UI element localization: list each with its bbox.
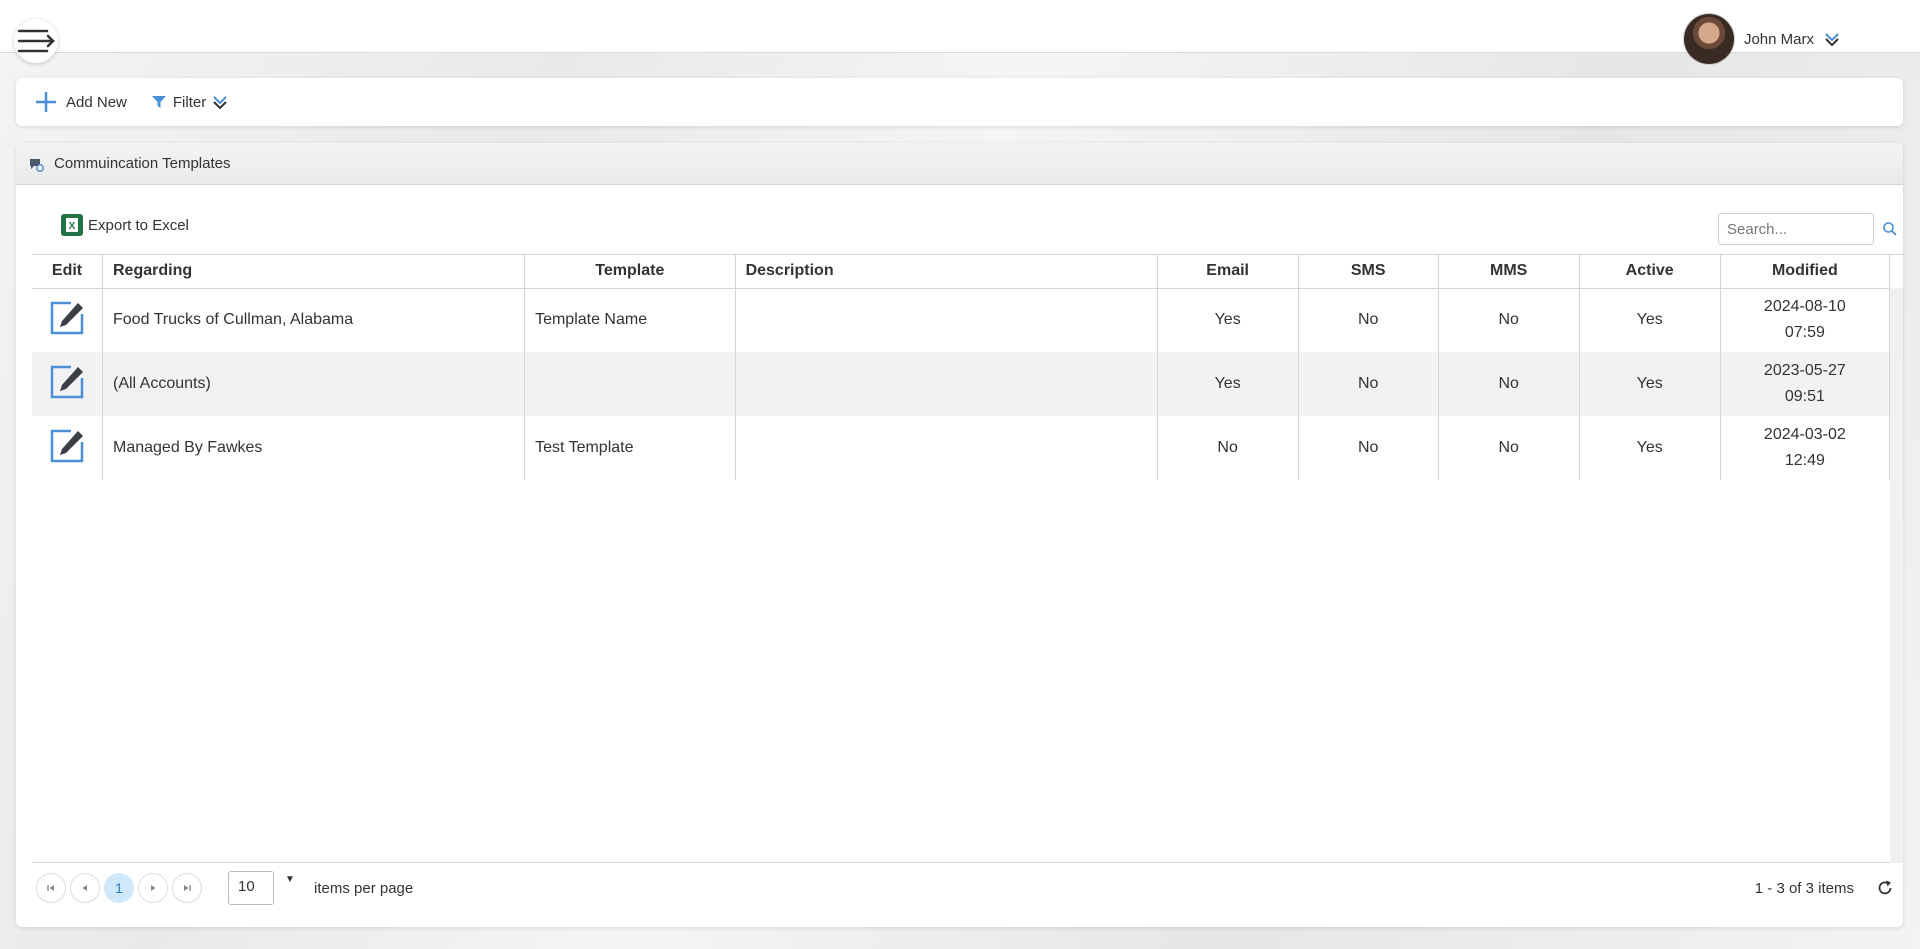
double-chevron-down-icon — [1825, 33, 1839, 47]
add-new-label: Add New — [66, 93, 127, 111]
caret-down-icon: ▼ — [285, 874, 295, 885]
template-cell: Template Name — [524, 288, 736, 352]
table-row: Food Trucks of Cullman, Alabama Template… — [32, 288, 1891, 352]
edit-icon[interactable] — [49, 428, 85, 464]
column-header-active[interactable]: Active — [1579, 255, 1721, 289]
modified-cell: 2024-03-02 12:49 — [1720, 416, 1891, 480]
description-cell — [735, 416, 1158, 480]
export-label: Export to Excel — [88, 216, 189, 234]
page-size-value: 10 — [238, 878, 255, 895]
last-page-button[interactable] — [172, 873, 202, 903]
hamburger-arrow-icon — [17, 29, 55, 53]
user-menu[interactable]: John Marx — [1683, 14, 1840, 64]
sms-cell: No — [1298, 288, 1439, 352]
regarding-cell: Food Trucks of Cullman, Alabama — [102, 288, 526, 352]
column-header-modified[interactable]: Modified — [1720, 255, 1891, 289]
action-toolbar: Add New Filter — [16, 78, 1903, 126]
column-header-sms[interactable]: SMS — [1298, 255, 1439, 289]
column-header-regarding[interactable]: Regarding — [102, 255, 526, 289]
edit-cell — [32, 288, 103, 352]
modified-cell: 2023-05-27 09:51 — [1720, 352, 1891, 416]
templates-grid: Edit Regarding Template Description Emai… — [32, 254, 1903, 863]
double-chevron-down-icon — [213, 96, 227, 110]
modified-date: 2024-08-10 — [1763, 298, 1846, 316]
description-cell — [735, 288, 1158, 352]
regarding-cell: Managed By Fawkes — [102, 416, 526, 480]
plus-icon — [36, 92, 56, 112]
svg-text:X: X — [69, 221, 76, 232]
excel-icon: X — [61, 214, 83, 236]
templates-table: Edit Regarding Template Description Emai… — [32, 255, 1891, 480]
modified-time: 09:51 — [1784, 388, 1825, 405]
description-cell — [735, 352, 1158, 416]
sms-cell: No — [1298, 416, 1439, 480]
page-1-button[interactable]: 1 — [104, 873, 134, 903]
column-header-email[interactable]: Email — [1157, 255, 1299, 289]
vertical-scrollbar[interactable] — [1890, 288, 1903, 863]
modified-time: 12:49 — [1784, 452, 1825, 469]
last-page-icon — [184, 885, 191, 891]
column-header-mms[interactable]: MMS — [1438, 255, 1580, 289]
templates-panel: Commuincation Templates X Export to Exce… — [16, 143, 1903, 927]
template-cell: Test Template — [524, 416, 736, 480]
sms-cell: No — [1298, 352, 1439, 416]
modified-date: 2023-05-27 — [1763, 362, 1846, 379]
add-new-button[interactable]: Add New — [34, 90, 127, 114]
page-size-select[interactable]: 10 ▼ — [228, 871, 295, 905]
active-cell: Yes — [1579, 288, 1721, 352]
pager: 1 10 ▼ items per page 1 - 3 of 3 items — [32, 864, 1903, 912]
first-page-button[interactable] — [36, 873, 66, 903]
regarding-cell: (All Accounts) — [102, 352, 526, 416]
refresh-icon[interactable] — [1876, 879, 1894, 897]
next-page-button[interactable] — [138, 873, 168, 903]
modified-time: 07:59 — [1784, 324, 1825, 342]
active-cell: Yes — [1579, 416, 1721, 480]
message-settings-icon — [30, 158, 44, 172]
table-row: Managed By Fawkes Test Template No No No… — [32, 416, 1891, 480]
pager-info: 1 - 3 of 3 items — [1754, 879, 1854, 897]
header-row: Edit Regarding Template Description Emai… — [32, 255, 1891, 289]
mms-cell: No — [1438, 288, 1580, 352]
edit-icon[interactable] — [49, 300, 85, 336]
mms-cell: No — [1438, 416, 1580, 480]
column-header-edit[interactable]: Edit — [32, 255, 103, 289]
edit-icon[interactable] — [49, 364, 85, 400]
funnel-icon — [151, 96, 166, 108]
filter-label: Filter — [172, 93, 207, 111]
user-name: John Marx — [1743, 30, 1814, 48]
email-cell: No — [1157, 416, 1299, 480]
search-icon[interactable] — [1882, 221, 1898, 242]
grid-toolbar: X Export to Excel — [32, 213, 1897, 245]
avatar — [1683, 14, 1734, 64]
next-page-icon — [151, 885, 156, 891]
menu-button[interactable] — [14, 19, 58, 63]
previous-page-button[interactable] — [70, 873, 100, 903]
edit-cell — [32, 416, 103, 480]
export-to-excel-button[interactable]: X Export to Excel — [60, 213, 189, 237]
edit-cell — [32, 352, 103, 416]
modified-date: 2024-03-02 — [1763, 426, 1846, 443]
search-input[interactable] — [1718, 213, 1874, 245]
template-cell — [524, 352, 736, 416]
email-cell: Yes — [1157, 288, 1299, 352]
table-row: (All Accounts) Yes No No Yes 2023-05-27 … — [32, 352, 1891, 416]
column-header-description[interactable]: Description — [735, 255, 1158, 289]
panel-title: Commuincation Templates — [54, 155, 231, 172]
first-page-icon — [47, 885, 54, 891]
previous-page-icon — [82, 885, 87, 891]
filter-button[interactable]: Filter — [151, 94, 228, 111]
items-per-page-label: items per page — [314, 879, 414, 897]
mms-cell: No — [1438, 352, 1580, 416]
column-header-template[interactable]: Template — [524, 255, 736, 289]
modified-cell: 2024-08-10 07:59 — [1720, 288, 1891, 352]
top-bar: John Marx — [0, 0, 1920, 64]
email-cell: Yes — [1157, 352, 1299, 416]
active-cell: Yes — [1579, 352, 1721, 416]
panel-header: Commuincation Templates — [16, 143, 1903, 185]
